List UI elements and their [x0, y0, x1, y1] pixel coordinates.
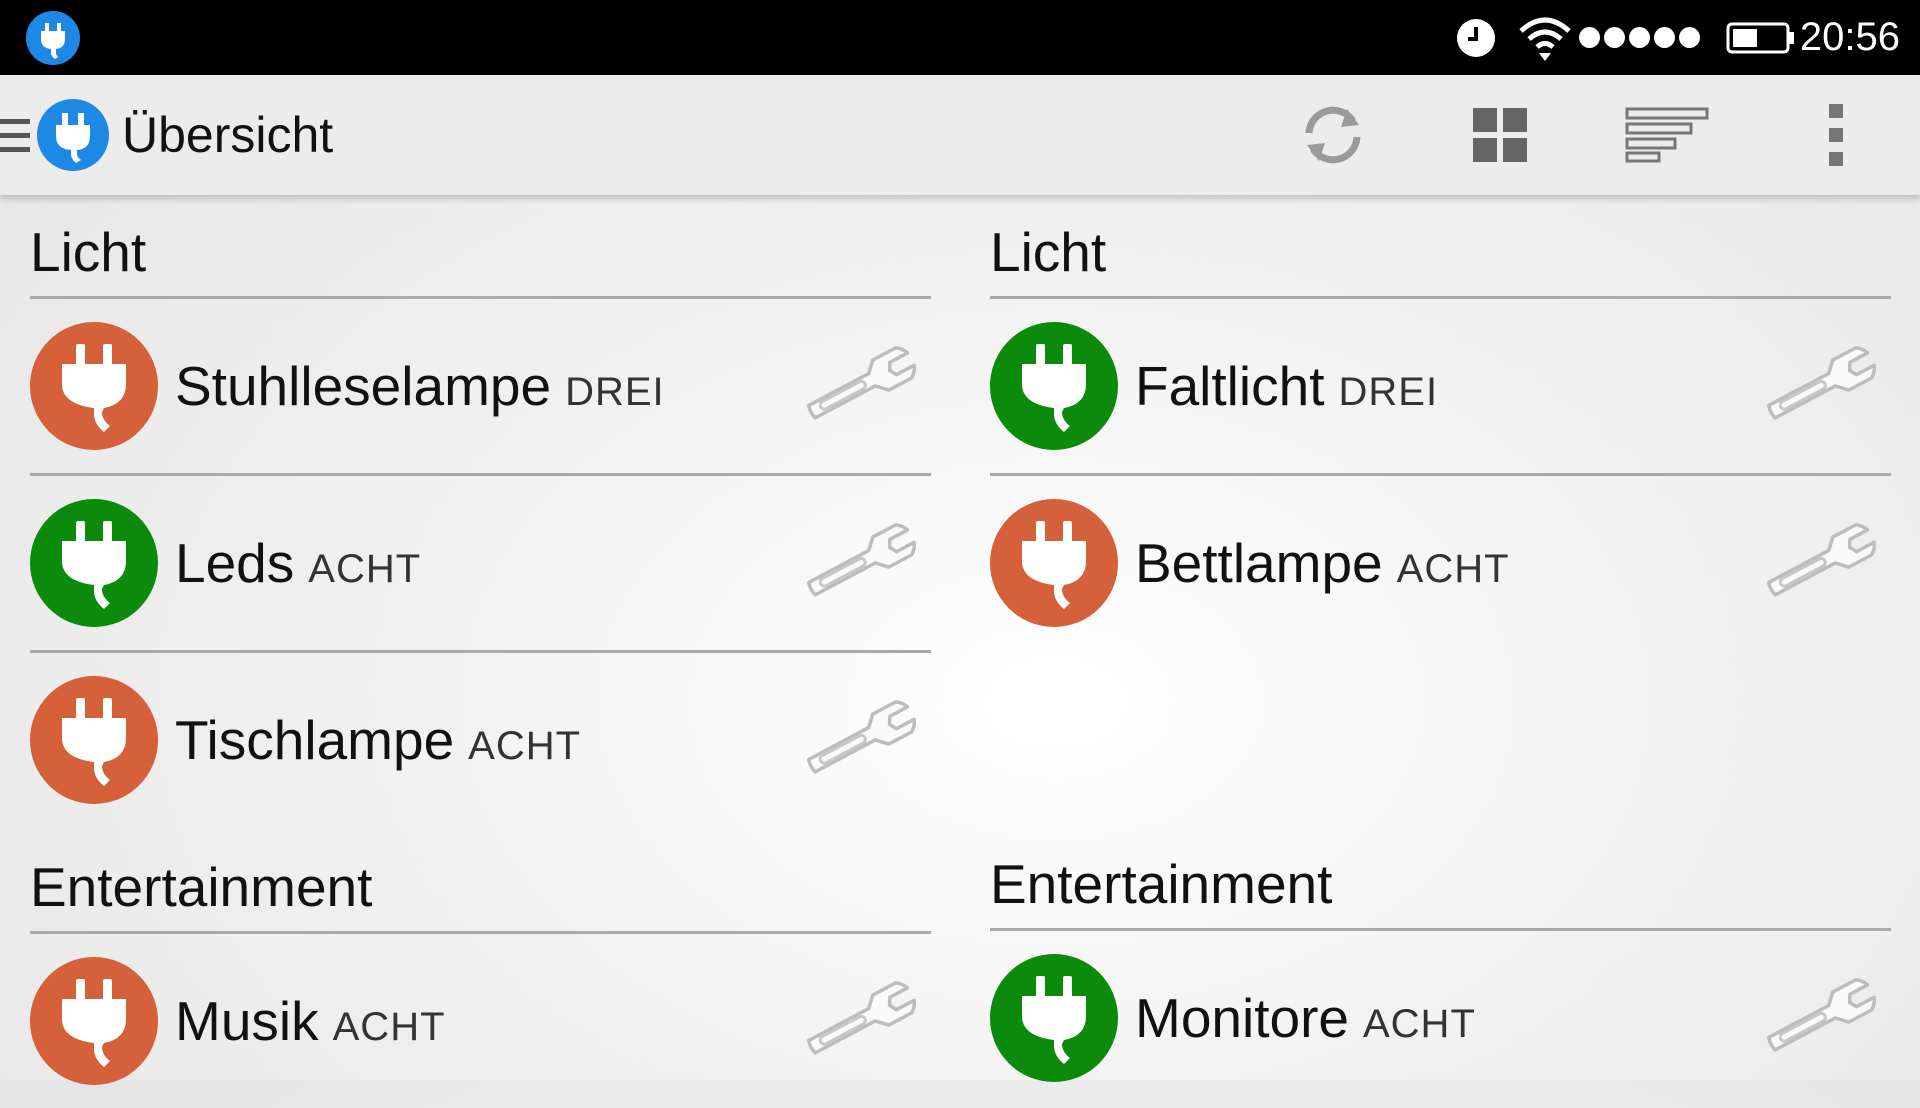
wrench-icon[interactable]	[797, 966, 931, 1072]
alarm-clock-icon	[1456, 18, 1495, 57]
wrench-icon[interactable]	[797, 508, 931, 614]
wrench-icon[interactable]	[797, 685, 931, 791]
plug-icon	[990, 499, 1118, 627]
device-room: ACHT	[332, 1005, 446, 1049]
app-logo-icon[interactable]	[36, 98, 110, 172]
battery-icon	[1726, 22, 1794, 53]
wrench-icon[interactable]	[1757, 331, 1891, 437]
device-room: ACHT	[468, 724, 582, 768]
wrench-icon	[806, 700, 917, 774]
device-row[interactable]: Bettlampe ACHT	[990, 476, 1891, 650]
device-room: ACHT	[1396, 547, 1510, 591]
wrench-icon	[806, 981, 917, 1055]
overflow-menu-icon	[1829, 104, 1843, 166]
page-title: Übersicht	[122, 107, 334, 163]
wrench-icon	[1766, 978, 1877, 1052]
wrench-icon[interactable]	[797, 331, 931, 437]
device-room: DREI	[1338, 370, 1439, 414]
wrench-icon	[1766, 346, 1877, 420]
device-row[interactable]: Monitore ACHT	[990, 931, 1891, 1105]
device-row[interactable]: Faltlicht DREI	[990, 299, 1891, 476]
wrench-icon	[806, 523, 917, 597]
device-toggle[interactable]	[30, 322, 158, 450]
device-name: Musik	[175, 990, 319, 1052]
device-name: Leds	[175, 532, 295, 594]
section-title: Entertainment	[990, 854, 1891, 931]
plug-icon	[990, 322, 1118, 450]
section-title: Licht	[30, 222, 931, 299]
device-room: ACHT	[1362, 1002, 1476, 1046]
menu-icon[interactable]	[0, 115, 30, 157]
device-row[interactable]: Stuhlleselampe DREI	[30, 299, 931, 476]
signal-dots-icon	[1578, 27, 1700, 48]
grid-view-icon	[1473, 108, 1527, 162]
plug-icon	[30, 957, 158, 1085]
wrench-icon	[1766, 523, 1877, 597]
device-name: Monitore	[1135, 987, 1349, 1049]
device-name: Bettlampe	[1135, 532, 1383, 594]
overflow-menu-button[interactable]	[1820, 95, 1852, 175]
grid-view-button[interactable]	[1470, 95, 1530, 175]
empty-space	[990, 650, 1891, 824]
right-column: Licht Faltlicht DREI Bettlampe ACHT Entert…	[990, 195, 1891, 1105]
status-time: 20:56	[1799, 15, 1900, 59]
plug-icon	[30, 499, 158, 627]
plug-icon	[990, 954, 1118, 1082]
wrench-icon	[806, 346, 917, 420]
wrench-icon[interactable]	[1757, 963, 1891, 1069]
device-row[interactable]: Musik ACHT	[30, 934, 931, 1108]
device-toggle[interactable]	[30, 499, 158, 627]
device-room: ACHT	[308, 547, 422, 591]
refresh-icon	[1305, 106, 1361, 164]
device-toggle[interactable]	[30, 957, 158, 1085]
plug-icon	[30, 322, 158, 450]
device-name: Stuhlleselampe	[175, 355, 552, 417]
device-toggle[interactable]	[30, 676, 158, 804]
device-row[interactable]: Leds ACHT	[30, 476, 931, 653]
plug-icon	[26, 11, 80, 65]
section-title: Entertainment	[30, 857, 931, 934]
sort-button[interactable]	[1624, 95, 1710, 175]
plug-icon	[30, 676, 158, 804]
wrench-icon[interactable]	[1757, 508, 1891, 614]
device-toggle[interactable]	[990, 954, 1118, 1082]
section-title: Licht	[990, 222, 1891, 299]
device-row[interactable]: Tischlampe ACHT	[30, 653, 931, 827]
device-room: DREI	[565, 370, 665, 414]
sort-icon	[1625, 107, 1709, 163]
wifi-icon	[1519, 17, 1571, 61]
left-column: Licht StuhlleselampeDREI LedsACHT Tisc	[30, 195, 931, 1108]
refresh-button[interactable]	[1290, 95, 1376, 175]
device-toggle[interactable]	[990, 499, 1118, 627]
status-bar: 20:56	[0, 0, 1920, 75]
device-name: Faltlicht	[1135, 355, 1325, 417]
device-name: Tischlampe	[175, 709, 455, 771]
device-toggle[interactable]	[990, 322, 1118, 450]
app-bar: Übersicht	[0, 75, 1920, 195]
